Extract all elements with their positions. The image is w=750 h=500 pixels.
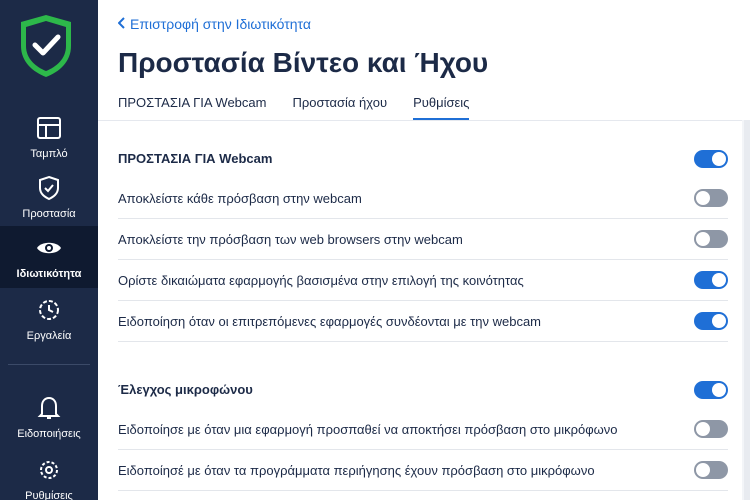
setting-label: Ειδοποίησε με όταν μια εφαρμογή προσπαθε… bbox=[118, 421, 618, 437]
sidebar-item-label: Ειδοποιήσεις bbox=[17, 428, 81, 440]
setting-row: Ειδοποίησέ με όταν τα προγράμματα περιήγ… bbox=[118, 450, 728, 491]
sidebar-item-label: Ταμπλό bbox=[30, 148, 68, 160]
sidebar-item-dashboard[interactable]: Ταμπλό bbox=[0, 114, 98, 170]
setting-label: Αποκλείστε την πρόσβαση των web browsers… bbox=[118, 231, 463, 247]
setting-label: Ορίστε δικαιώματα εφαρμογής βασισμένα στ… bbox=[118, 272, 524, 288]
settings-content: ΠΡΟΣΤΑΣΙΑ ΓΙΑ Webcam Αποκλείστε κάθε πρό… bbox=[98, 120, 750, 500]
setting-row: Αποκλείστε την πρόσβαση των web browsers… bbox=[118, 219, 728, 260]
setting-label: Ειδοποίηση όταν οι επιτρεπόμενες εφαρμογ… bbox=[118, 313, 542, 329]
sidebar-item-tools[interactable]: Εργαλεία bbox=[0, 296, 98, 352]
shield-check-icon bbox=[35, 174, 63, 202]
settings-panel: ΠΡΟΣΤΑΣΙΑ ΓΙΑ Webcam Αποκλείστε κάθε πρό… bbox=[98, 120, 742, 500]
setting-row: Ειδοποίηση όταν οι επιτρεπόμενες εφαρμογ… bbox=[118, 301, 728, 342]
setting-label: Αποκλείστε κάθε πρόσβαση στην webcam bbox=[118, 190, 362, 206]
sidebar-item-settings[interactable]: Ρυθμίσεις bbox=[0, 456, 98, 500]
setting-label: Ειδοποίησέ με όταν τα προγράμματα περιήγ… bbox=[118, 462, 595, 478]
sidebar-item-notifications[interactable]: Ειδοποιήσεις bbox=[0, 394, 98, 450]
gear-icon bbox=[35, 456, 63, 484]
sidebar-item-label: Ιδιωτικότητα bbox=[16, 268, 82, 280]
block-all-webcam-toggle[interactable] bbox=[694, 189, 728, 207]
chevron-left-icon bbox=[117, 16, 126, 32]
microphone-section-header: Έλεγχος μικροφώνου bbox=[118, 369, 728, 410]
tab-bar: ΠΡΟΣΤΑΣΙΑ ΓΙΑ Webcam Προστασία ήχου Ρυθμ… bbox=[118, 95, 495, 121]
webcam-protection-toggle[interactable] bbox=[694, 149, 728, 168]
tab-webcam-protection[interactable]: ΠΡΟΣΤΑΣΙΑ ΓΙΑ Webcam bbox=[118, 95, 266, 121]
community-permissions-toggle[interactable] bbox=[694, 271, 728, 289]
back-link[interactable]: Επιστροφή στην Ιδιωτικότητα bbox=[117, 16, 311, 32]
page-title: Προστασία Βίντεο και Ήχου bbox=[118, 47, 489, 78]
scrollbar[interactable] bbox=[744, 120, 750, 500]
microphone-control-toggle[interactable] bbox=[694, 380, 728, 399]
tab-settings[interactable]: Ρυθμίσεις bbox=[413, 95, 470, 121]
setting-row: Αποκλείστε κάθε πρόσβαση στην webcam bbox=[118, 178, 728, 219]
notify-app-microphone-toggle[interactable] bbox=[694, 420, 728, 438]
sidebar-item-privacy[interactable]: Ιδιωτικότητα bbox=[0, 226, 98, 288]
tab-audio-protection[interactable]: Προστασία ήχου bbox=[292, 95, 387, 121]
sidebar-item-label: Ρυθμίσεις bbox=[25, 490, 73, 500]
dashboard-icon bbox=[35, 114, 63, 142]
eye-icon bbox=[35, 234, 63, 262]
sidebar-item-protection[interactable]: Προστασία bbox=[0, 174, 98, 230]
bell-icon bbox=[35, 394, 63, 422]
notify-browser-microphone-toggle[interactable] bbox=[694, 461, 728, 479]
webcam-section-title: ΠΡΟΣΤΑΣΙΑ ΓΙΑ Webcam bbox=[118, 151, 273, 166]
block-browsers-webcam-toggle[interactable] bbox=[694, 230, 728, 248]
setting-row: Ειδοποίησε με όταν μια εφαρμογή προσπαθε… bbox=[118, 409, 728, 450]
microphone-section-title: Έλεγχος μικροφώνου bbox=[118, 382, 253, 397]
page-header: Επιστροφή στην Ιδιωτικότητα Προστασία Βί… bbox=[98, 0, 750, 121]
back-link-label: Επιστροφή στην Ιδιωτικότητα bbox=[130, 16, 311, 32]
sidebar-item-label: Προστασία bbox=[22, 208, 76, 220]
notify-allowed-apps-webcam-toggle[interactable] bbox=[694, 312, 728, 330]
tools-icon bbox=[35, 296, 63, 324]
sidebar-item-label: Εργαλεία bbox=[26, 330, 72, 342]
shield-logo-icon bbox=[17, 12, 75, 80]
sidebar: Ταμπλό Προστασία Ιδιωτικότητα Εργαλεία Ε… bbox=[0, 0, 98, 500]
sidebar-divider bbox=[8, 364, 90, 365]
webcam-section-header: ΠΡΟΣΤΑΣΙΑ ΓΙΑ Webcam bbox=[118, 138, 728, 179]
setting-row: Ορίστε δικαιώματα εφαρμογής βασισμένα στ… bbox=[118, 260, 728, 301]
